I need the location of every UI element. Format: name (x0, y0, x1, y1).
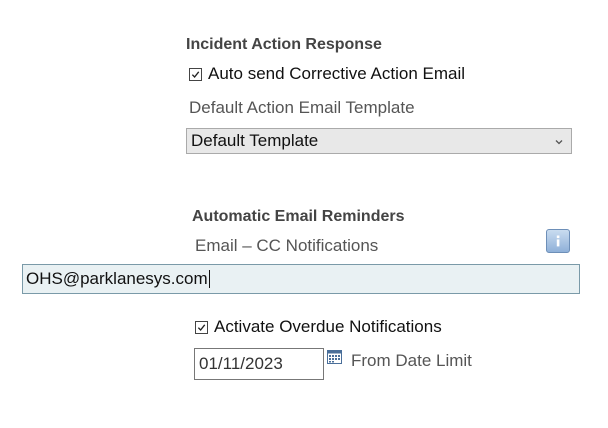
template-select[interactable]: Default Template (186, 128, 572, 154)
template-label: Default Action Email Template (189, 98, 415, 117)
text-cursor (208, 270, 210, 288)
overdue-notifications-option[interactable]: Activate Overdue Notifications (195, 317, 442, 337)
from-date-limit-label: From Date Limit (351, 351, 472, 370)
template-select-value: Default Template (191, 131, 319, 150)
checkmark-icon (197, 323, 206, 331)
cc-notifications-label: Email – CC Notifications (195, 236, 379, 255)
overdue-notifications-label: Activate Overdue Notifications (214, 317, 442, 336)
auto-send-email-checkbox[interactable] (189, 67, 202, 81)
from-date-input[interactable]: 01/11/2023 (194, 348, 324, 380)
overdue-notifications-checkbox[interactable] (195, 320, 208, 334)
auto-send-email-label: Auto send Corrective Action Email (208, 64, 466, 83)
from-date-value: 01/11/2023 (199, 354, 283, 373)
auto-send-email-option[interactable]: Auto send Corrective Action Email (189, 64, 465, 84)
chevron-down-icon (555, 140, 563, 145)
checkmark-icon (191, 70, 200, 78)
info-button[interactable] (546, 229, 570, 253)
info-icon (556, 235, 560, 247)
calendar-icon[interactable] (327, 350, 342, 364)
incident-action-response-title: Incident Action Response (186, 36, 382, 53)
automatic-email-reminders-title: Automatic Email Reminders (192, 208, 405, 225)
cc-email-input[interactable]: OHS@parklanesys.com (22, 264, 580, 294)
cc-email-value: OHS@parklanesys.com (26, 269, 208, 288)
